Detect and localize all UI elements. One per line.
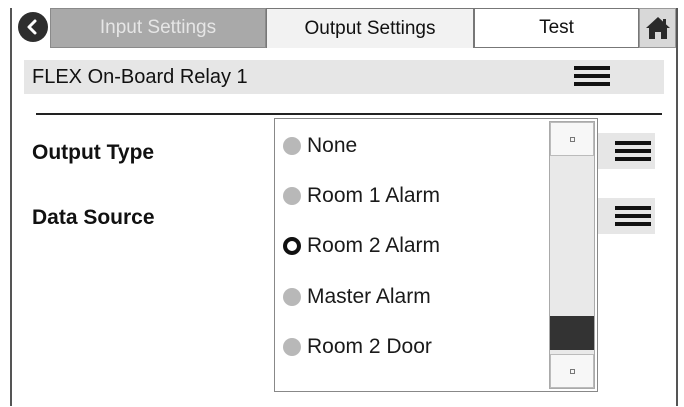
back-button[interactable] — [18, 12, 48, 42]
home-button[interactable] — [639, 8, 676, 48]
radio-unselected-icon — [283, 187, 301, 205]
output-type-menu-strip — [597, 133, 655, 169]
tab-input-settings[interactable]: Input Settings — [50, 8, 266, 48]
radio-unselected-icon — [283, 338, 301, 356]
scroll-down-icon — [569, 368, 575, 374]
list-item[interactable]: Room 2 Door — [283, 332, 432, 362]
radio-unselected-icon — [283, 288, 301, 306]
tab-test[interactable]: Test — [474, 8, 639, 48]
option-label: Master Alarm — [307, 285, 431, 308]
relay-header: FLEX On-Board Relay 1 — [24, 60, 664, 94]
option-label: Room 1 Alarm — [307, 184, 441, 207]
scroll-down-button[interactable] — [550, 354, 594, 388]
tab-output-settings[interactable]: Output Settings — [266, 8, 474, 48]
radio-unselected-icon — [283, 137, 301, 155]
data-source-menu-strip — [597, 198, 655, 234]
list-item[interactable]: None — [283, 131, 357, 161]
list-item[interactable]: Room 2 Alarm — [283, 231, 440, 261]
hamburger-menu-icon[interactable] — [615, 204, 651, 228]
relay-title: FLEX On-Board Relay 1 — [32, 66, 248, 88]
dropdown-scrollbar[interactable] — [549, 121, 595, 389]
tab-bar: Input Settings Output Settings Test — [12, 8, 676, 48]
list-item[interactable]: Room 1 Alarm — [283, 181, 440, 211]
back-arrow-icon — [27, 19, 37, 35]
radio-selected-icon — [283, 237, 301, 255]
option-label: None — [307, 134, 358, 157]
list-item[interactable]: Master Alarm — [283, 282, 431, 312]
option-label: Room 2 Alarm — [307, 234, 441, 257]
data-source-label: Data Source — [32, 206, 155, 229]
relay-settings-screen: Input Settings Output Settings Test FLEX… — [10, 8, 678, 406]
scroll-thumb[interactable] — [550, 316, 594, 350]
divider — [36, 113, 662, 115]
home-icon — [645, 17, 670, 39]
scroll-up-icon — [569, 136, 575, 142]
scroll-up-button[interactable] — [550, 122, 594, 156]
hamburger-menu-icon[interactable] — [615, 139, 651, 163]
option-label: Room 2 Door — [307, 335, 432, 358]
output-type-dropdown-list[interactable]: None Room 1 Alarm Room 2 Alarm Master Al… — [274, 118, 598, 392]
output-type-label: Output Type — [32, 141, 155, 164]
hamburger-menu-icon[interactable] — [574, 64, 610, 88]
